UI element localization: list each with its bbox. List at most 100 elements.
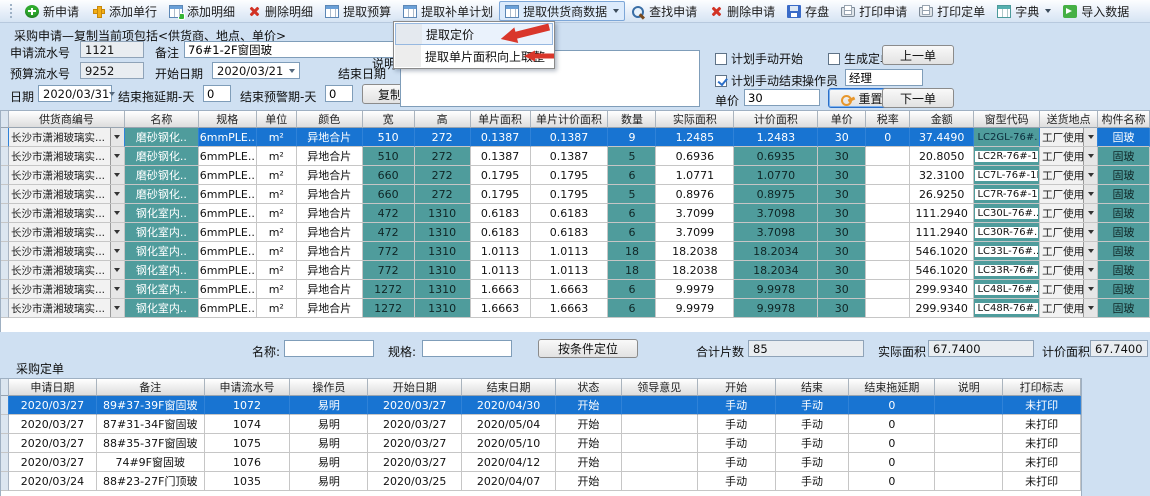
col-header-width[interactable]: 宽 (363, 111, 415, 128)
checkbox-icon[interactable] (715, 53, 727, 65)
checkbox-checked-icon[interactable] (715, 75, 727, 87)
detail-row-4[interactable]: 长沙市潇湘玻璃实...磨砂钢化..6mmPLE..m²异地合片6602720.1… (1, 185, 1150, 204)
col-header-delay[interactable]: 结束拖延期 (849, 379, 935, 396)
col-header-tax[interactable]: 税率 (866, 111, 910, 128)
toolbar-item-print-application[interactable]: 打印申请 (835, 1, 913, 21)
combo-dropdown-icon[interactable] (1083, 147, 1097, 165)
col-header-supplier[interactable]: 供货商编号 (9, 111, 125, 128)
order-row-5[interactable]: 2020/03/2488#23-27F门顶玻1035易明2020/03/2520… (1, 472, 1081, 491)
chevron-down-icon[interactable] (289, 69, 295, 73)
col-header-note[interactable]: 备注 (97, 379, 205, 396)
col-header-start[interactable]: 开始 (698, 379, 776, 396)
combo-dropdown-icon[interactable] (110, 242, 124, 260)
col-header-operator[interactable]: 操作员 (290, 379, 368, 396)
combo-dropdown-icon[interactable] (110, 223, 124, 241)
order-row-2[interactable]: 2020/03/2787#31-34F窗固玻1074易明2020/03/2720… (1, 415, 1081, 434)
combo-dropdown-icon[interactable] (1083, 299, 1097, 317)
col-header-end_date[interactable]: 结束日期 (462, 379, 556, 396)
col-header-serial[interactable]: 申请流水号 (205, 379, 291, 396)
detail-row-10[interactable]: 长沙市潇湘玻璃实...钢化室内..6mmPLE..m²异地合片127213101… (1, 299, 1150, 318)
combo-dropdown-icon[interactable] (1083, 261, 1097, 279)
detail-row-5[interactable]: 长沙市潇湘玻璃实...钢化室内..6mmPLE..m²异地合片47213100.… (1, 204, 1150, 223)
combo-dropdown-icon[interactable] (110, 299, 124, 317)
col-header-dest[interactable]: 送货地点 (1040, 111, 1098, 128)
combo-dropdown-icon[interactable] (1083, 128, 1097, 146)
combo-dropdown-icon[interactable] (110, 128, 124, 146)
col-header-win_code[interactable]: 窗型代码 (974, 111, 1040, 128)
col-header-desc[interactable]: 说明 (935, 379, 1003, 396)
detail-row-9[interactable]: 长沙市潇湘玻璃实...钢化室内..6mmPLE..m²异地合片127213101… (1, 280, 1150, 299)
col-header-piece_price_area[interactable]: 单片计价面积 (531, 111, 609, 128)
combo-dropdown-icon[interactable] (110, 280, 124, 298)
operator-input[interactable] (845, 69, 923, 86)
col-header-leader[interactable]: 领导意见 (622, 379, 698, 396)
toolbar-item-save[interactable]: 存盘 (781, 1, 835, 21)
col-header-end[interactable]: 结束 (776, 379, 850, 396)
col-header-color[interactable]: 颜色 (297, 111, 363, 128)
col-header-piece_area[interactable]: 单片面积 (471, 111, 531, 128)
toolbar-item-extract-supplement-plan[interactable]: 提取补单计划 (397, 1, 499, 21)
col-header-spec[interactable]: 规格 (199, 111, 257, 128)
date-picker[interactable]: 2020/03/31 (38, 85, 112, 102)
plan-manual-start-checkbox[interactable]: 计划手动开始 (715, 50, 803, 67)
detail-row-3[interactable]: 长沙市潇湘玻璃实...磨砂钢化..6mmPLE..m²异地合片6602720.1… (1, 166, 1150, 185)
toolbar-item-extract-budget[interactable]: 提取预算 (319, 1, 397, 21)
toolbar-item-dictionary[interactable]: 字典 (991, 1, 1057, 21)
col-header-actual_area[interactable]: 实际面积 (656, 111, 734, 128)
detail-row-2[interactable]: 长沙市潇湘玻璃实...磨砂钢化..6mmPLE..m²异地合片5102720.1… (1, 147, 1150, 166)
combo-dropdown-icon[interactable] (110, 204, 124, 222)
chevron-down-icon[interactable] (613, 9, 619, 13)
previous-order-button[interactable]: 上一单 (882, 45, 954, 65)
combo-dropdown-icon[interactable] (1083, 185, 1097, 203)
combo-dropdown-icon[interactable] (110, 166, 124, 184)
col-header-name[interactable]: 名称 (125, 111, 199, 128)
filter-spec-input[interactable] (422, 340, 512, 357)
col-header-qty[interactable]: 数量 (608, 111, 656, 128)
toolbar-item-new-application[interactable]: 新申请 (19, 1, 85, 21)
order-row-4[interactable]: 2020/03/2774#9F窗固玻1076易明2020/03/272020/0… (1, 453, 1081, 472)
toolbar-item-find-application[interactable]: 查找申请 (625, 1, 703, 21)
col-header-price_area[interactable]: 计价面积 (734, 111, 818, 128)
end-warning-input[interactable] (325, 85, 353, 102)
detail-row-6[interactable]: 长沙市潇湘玻璃实...钢化室内..6mmPLE..m²异地合片47213100.… (1, 223, 1150, 242)
detail-row-8[interactable]: 长沙市潇湘玻璃实...钢化室内..6mmPLE..m²异地合片77213101.… (1, 261, 1150, 280)
toolbar-item-delete-application[interactable]: 删除申请 (703, 1, 781, 21)
order-row-1[interactable]: 2020/03/2789#37-39F窗固玻1072易明2020/03/2720… (1, 396, 1081, 415)
combo-dropdown-icon[interactable] (1083, 280, 1097, 298)
combo-dropdown-icon[interactable] (1083, 242, 1097, 260)
toolbar-item-add-detail[interactable]: 添加明细 (163, 1, 241, 21)
checkbox-icon[interactable] (828, 53, 840, 65)
col-header-unit[interactable]: 单位 (257, 111, 297, 128)
combo-dropdown-icon[interactable] (1083, 223, 1097, 241)
chevron-down-icon[interactable] (109, 92, 115, 96)
toolbar-item-add-single-row[interactable]: 添加单行 (85, 1, 163, 21)
col-header-height[interactable]: 高 (415, 111, 471, 128)
start-date-picker[interactable]: 2020/03/21 (212, 62, 300, 79)
col-header-status[interactable]: 状态 (556, 379, 622, 396)
col-header-unit_price[interactable]: 单价 (818, 111, 866, 128)
chevron-down-icon[interactable] (1045, 9, 1051, 13)
combo-dropdown-icon[interactable] (110, 185, 124, 203)
plan-manual-end-checkbox[interactable]: 计划手动结束 (715, 72, 803, 89)
locate-by-condition-button[interactable]: 按条件定位 (538, 339, 638, 358)
toolbar-item-import-data[interactable]: 导入数据 (1057, 1, 1135, 21)
combo-dropdown-icon[interactable] (110, 261, 124, 279)
col-header-start_date[interactable]: 开始日期 (368, 379, 462, 396)
end-delay-input[interactable] (203, 85, 231, 102)
combo-dropdown-icon[interactable] (1083, 204, 1097, 222)
filter-name-input[interactable] (284, 340, 374, 357)
col-header-print[interactable]: 打印标志 (1003, 379, 1081, 396)
col-header-part[interactable]: 构件名称 (1098, 111, 1150, 128)
unit-price-input[interactable] (744, 89, 820, 106)
next-order-button[interactable]: 下一单 (882, 88, 954, 108)
detail-row-1[interactable]: 长沙市潇湘玻璃实...磨砂钢化..6mmPLE..m²异地合片5102720.1… (1, 128, 1150, 147)
detail-row-7[interactable]: 长沙市潇湘玻璃实...钢化室内..6mmPLE..m²异地合片77213101.… (1, 242, 1150, 261)
col-header-amount[interactable]: 金额 (910, 111, 974, 128)
toolbar-item-extract-supplier-data[interactable]: 提取供货商数据 (499, 1, 625, 21)
order-row-3[interactable]: 2020/03/2788#35-37F窗固玻1075易明2020/03/2720… (1, 434, 1081, 453)
combo-dropdown-icon[interactable] (1083, 166, 1097, 184)
toolbar-item-print-order[interactable]: 打印定单 (913, 1, 991, 21)
combo-dropdown-icon[interactable] (110, 147, 124, 165)
toolbar-item-delete-detail[interactable]: 删除明细 (241, 1, 319, 21)
col-header-date[interactable]: 申请日期 (9, 379, 97, 396)
